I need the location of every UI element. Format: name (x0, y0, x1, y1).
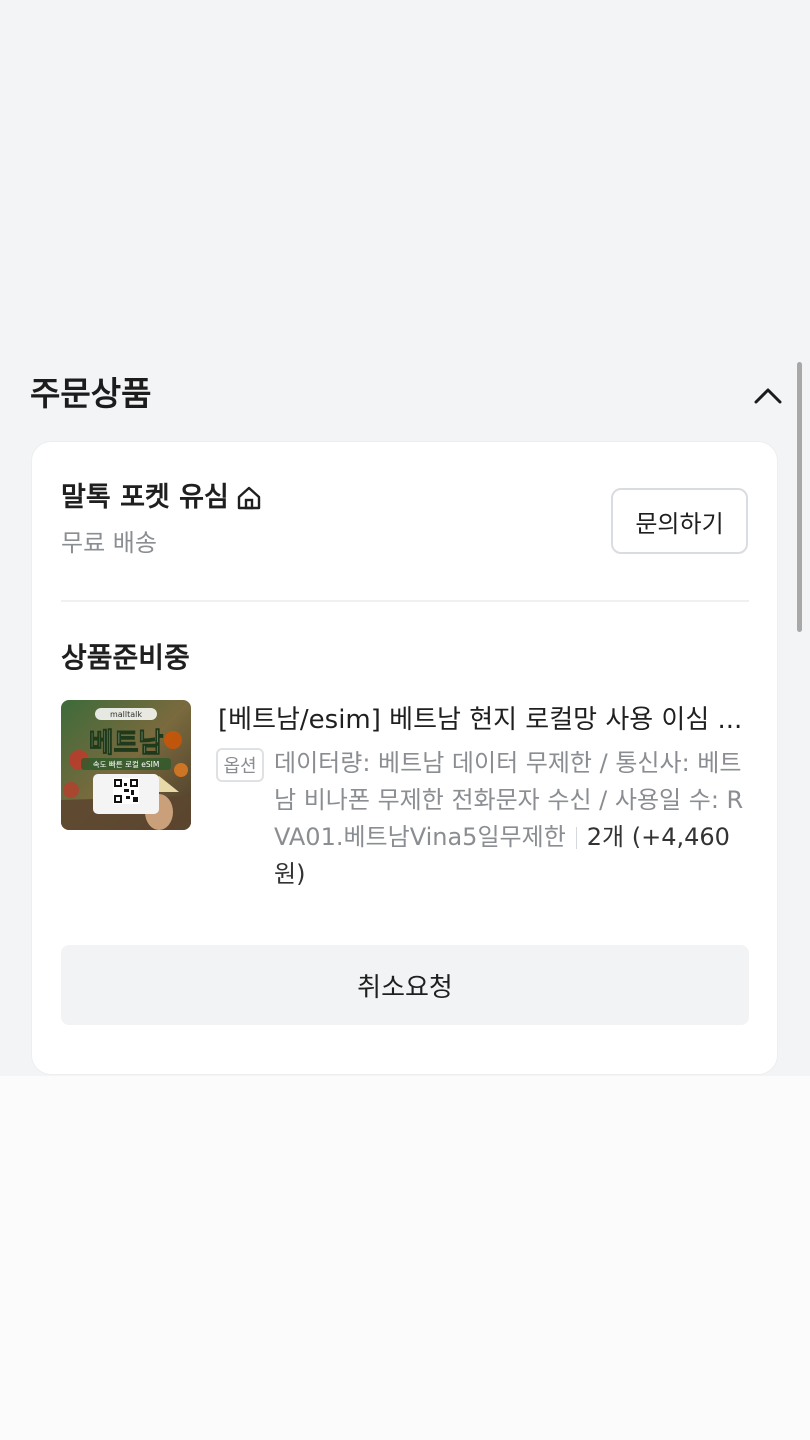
collapse-button[interactable] (746, 374, 790, 418)
cancel-request-button[interactable]: 취소요청 (61, 945, 749, 1025)
seller-row[interactable]: 말톡 포켓 유심 (61, 480, 263, 516)
home-icon[interactable] (235, 484, 263, 512)
page-bottom-area (0, 1076, 810, 1440)
product-thumbnail[interactable]: malltalk 베트남 속도 빠른 로컬 eSIM (61, 700, 191, 830)
qr-code-icon (113, 778, 139, 804)
order-card: 말톡 포켓 유심 무료 배송 문의하기 상품준비중 malltalk 베트남 속… (31, 441, 778, 1075)
section-title: 주문상품 (30, 374, 152, 413)
option-details: 데이터량: 베트남 데이터 무제한 / 통신사: 베트남 비나폰 무제한 전화문… (274, 745, 752, 893)
thumbnail-subtitle: 속도 빠른 로컬 eSIM (93, 759, 160, 769)
option-badge: 옵션 (216, 748, 264, 782)
order-items-header: 주문상품 (30, 368, 790, 420)
scrollbar[interactable] (797, 362, 802, 632)
thumbnail-title: 베트남 (89, 728, 164, 759)
divider (61, 600, 749, 602)
inquiry-button[interactable]: 문의하기 (611, 488, 748, 554)
thumbnail-brand: malltalk (110, 710, 142, 719)
seller-name[interactable]: 말톡 포켓 유심 (61, 480, 229, 516)
product-title[interactable]: [베트남/esim] 베트남 현지 로컬망 사용 이심 ... (218, 700, 753, 740)
chevron-up-icon (754, 388, 782, 404)
shipping-info: 무료 배송 (61, 529, 157, 557)
option-separator (575, 827, 577, 849)
order-status: 상품준비중 (61, 641, 190, 674)
